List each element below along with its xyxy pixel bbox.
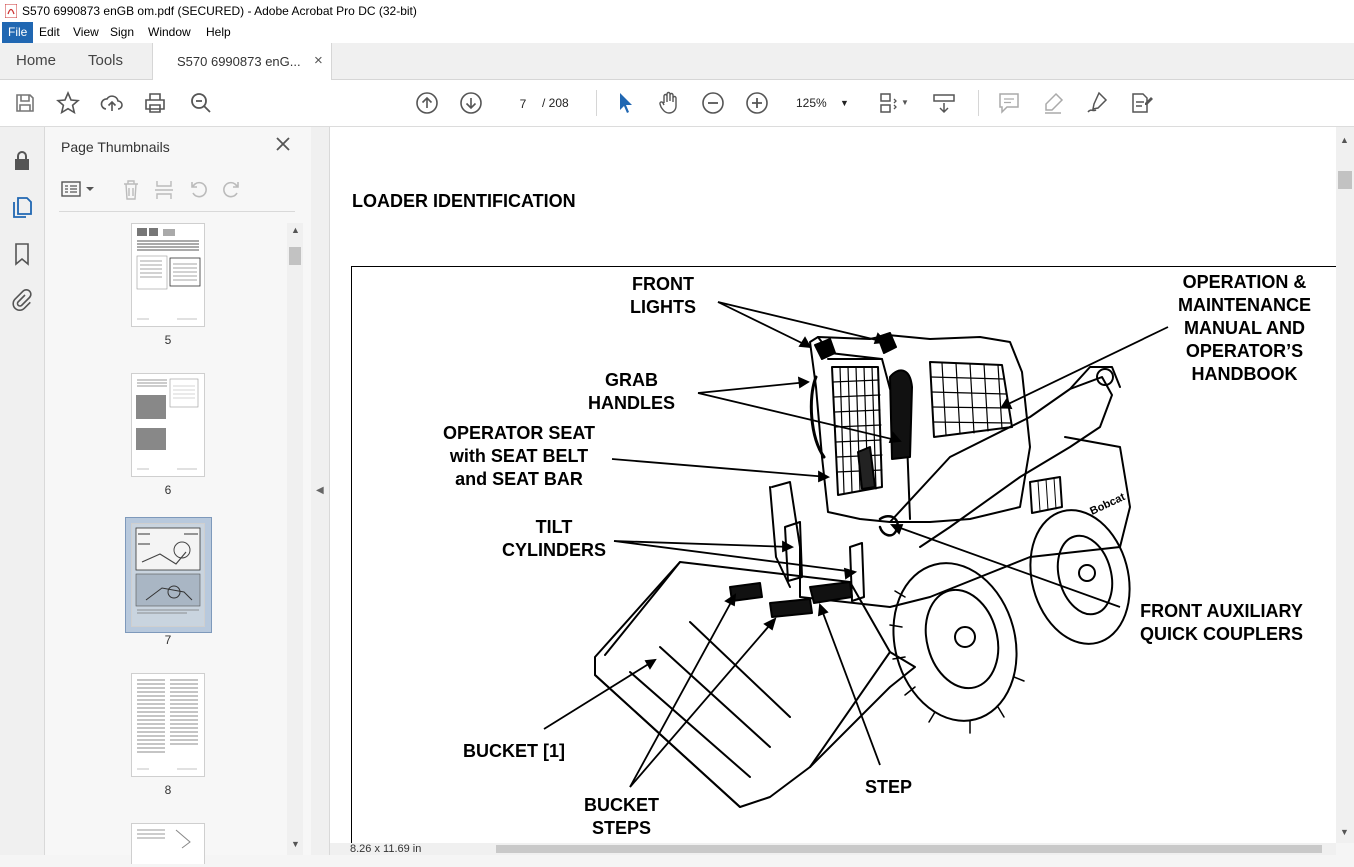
save-icon[interactable] xyxy=(12,90,38,116)
highlight-icon[interactable] xyxy=(1040,90,1066,116)
page-number-input[interactable]: 7 xyxy=(505,93,541,115)
tab-document[interactable]: S570 6990873 enG... × xyxy=(152,43,332,80)
panel-divider xyxy=(59,211,295,212)
scrollbar-thumb[interactable] xyxy=(1338,171,1352,189)
bookmark-icon[interactable] xyxy=(9,241,35,267)
window-title: S570 6990873 enGB om.pdf (SECURED) - Ado… xyxy=(22,4,417,18)
lock-icon[interactable] xyxy=(9,148,35,174)
search-zoom-icon[interactable] xyxy=(188,90,214,116)
scroll-down-icon[interactable]: ▼ xyxy=(1340,827,1349,837)
comment-icon[interactable] xyxy=(996,90,1022,116)
label-front-lights: FRONT LIGHTS xyxy=(630,274,696,317)
menu-edit[interactable]: Edit xyxy=(33,22,66,43)
rotate-left-icon[interactable] xyxy=(187,179,209,201)
scrollbar-thumb[interactable] xyxy=(496,845,1322,853)
panel-collapse-bar[interactable]: ◀ xyxy=(311,127,330,855)
label-operator-seat: OPERATOR SEAT with SEAT BELT and SEAT BA… xyxy=(443,423,596,489)
document-view[interactable]: LOADER IDENTIFICATION Bobcat FRONT LIGHT… xyxy=(330,127,1336,843)
zoom-out-icon[interactable] xyxy=(700,90,726,116)
document-horizontal-scrollbar[interactable]: 8.26 x 11.69 in xyxy=(330,843,1336,855)
panel-title: Page Thumbnails xyxy=(61,139,170,155)
scrollbar-thumb[interactable] xyxy=(289,247,301,265)
scroll-up-icon[interactable]: ▲ xyxy=(1340,135,1349,145)
zoom-in-icon[interactable] xyxy=(744,90,770,116)
thumbnail-label: 6 xyxy=(164,483,172,497)
title-bar: S570 6990873 enGB om.pdf (SECURED) - Ado… xyxy=(0,0,1354,22)
upload-icon[interactable] xyxy=(99,90,125,116)
select-cursor-icon[interactable] xyxy=(612,90,638,116)
menu-view[interactable]: View xyxy=(67,22,105,43)
page-total: / 208 xyxy=(542,96,569,110)
chevron-down-icon[interactable]: ▼ xyxy=(901,98,909,107)
thumbnail-scrollbar[interactable]: ▲ ▼ xyxy=(287,223,303,855)
sign-icon[interactable] xyxy=(1084,90,1110,116)
menu-window[interactable]: Window xyxy=(142,22,197,43)
page-down-icon[interactable] xyxy=(458,90,484,116)
scroll-down-icon[interactable]: ▼ xyxy=(291,839,300,849)
zoom-value: 125% xyxy=(796,96,827,110)
fit-page-icon[interactable] xyxy=(875,90,901,116)
label-front-auxiliary-couplers: FRONT AUXILIARY QUICK COUPLERS xyxy=(1140,601,1304,644)
label-bucket-steps: BUCKET STEPS xyxy=(584,795,659,838)
chevron-down-icon: ▼ xyxy=(840,98,849,108)
delete-icon[interactable] xyxy=(121,179,141,201)
thumbnail-label: 7 xyxy=(164,633,172,647)
page-size-status: 8.26 x 11.69 in xyxy=(350,843,422,855)
thumbnail-page-7[interactable] xyxy=(131,523,205,627)
left-rail xyxy=(0,127,45,855)
label-bucket: BUCKET [1] xyxy=(463,741,565,761)
zoom-select[interactable]: 125% ▼ xyxy=(790,93,854,113)
menu-file[interactable]: File xyxy=(2,22,34,43)
menu-help[interactable]: Help xyxy=(200,22,237,43)
thumbnail-label: 8 xyxy=(164,783,172,797)
tab-bar: Home Tools S570 6990873 enG... × xyxy=(0,43,1354,80)
redact-icon[interactable] xyxy=(1128,90,1154,116)
close-tab-icon[interactable]: × xyxy=(314,52,323,69)
thumbnail-page-6[interactable] xyxy=(131,373,205,477)
thumbnail-page-5[interactable] xyxy=(131,223,205,327)
brand-mark: Bobcat xyxy=(1088,491,1127,518)
pages-icon[interactable] xyxy=(9,194,35,220)
thumbnail-page-9[interactable] xyxy=(131,823,205,864)
label-operation-manual: OPERATION & MAINTENANCE MANUAL AND OPERA… xyxy=(1178,272,1311,384)
label-step: STEP xyxy=(865,777,913,797)
hand-icon[interactable] xyxy=(656,90,682,116)
toolbar-divider xyxy=(596,90,597,116)
chevron-left-icon[interactable]: ◀ xyxy=(316,485,324,496)
thumbnail-label: 5 xyxy=(164,333,172,347)
menu-sign[interactable]: Sign xyxy=(104,22,140,43)
page-up-icon[interactable] xyxy=(414,90,440,116)
extract-pages-icon[interactable] xyxy=(153,179,175,201)
document-vertical-scrollbar[interactable]: ▲ ▼ xyxy=(1336,127,1354,843)
tab-tools[interactable]: Tools xyxy=(88,43,123,79)
star-icon[interactable] xyxy=(55,90,81,116)
page-thumbnails-panel: Page Thumbnails 5 6 7 8 ▲ ▼ xyxy=(45,127,312,864)
tab-home[interactable]: Home xyxy=(16,43,56,79)
toolbar-divider xyxy=(978,90,979,116)
menu-bar: File Edit View Sign Window Help xyxy=(0,22,1354,43)
scroll-mode-icon[interactable] xyxy=(931,90,957,116)
rotate-right-icon[interactable] xyxy=(221,179,243,201)
close-icon[interactable] xyxy=(274,135,292,153)
toolbar: 7 / 208 125% ▼ ▼ xyxy=(0,80,1354,127)
document-tab-label: S570 6990873 enG... xyxy=(177,54,301,69)
attachment-icon[interactable] xyxy=(9,287,35,313)
acrobat-app-icon xyxy=(5,4,17,18)
print-icon[interactable] xyxy=(142,90,168,116)
scroll-up-icon[interactable]: ▲ xyxy=(291,225,300,235)
thumbnail-page-8[interactable] xyxy=(131,673,205,777)
label-grab-handles: GRAB HANDLES xyxy=(588,370,676,413)
options-menu-icon[interactable] xyxy=(61,179,97,199)
label-tilt-cylinders: TILT CYLINDERS xyxy=(502,517,607,560)
